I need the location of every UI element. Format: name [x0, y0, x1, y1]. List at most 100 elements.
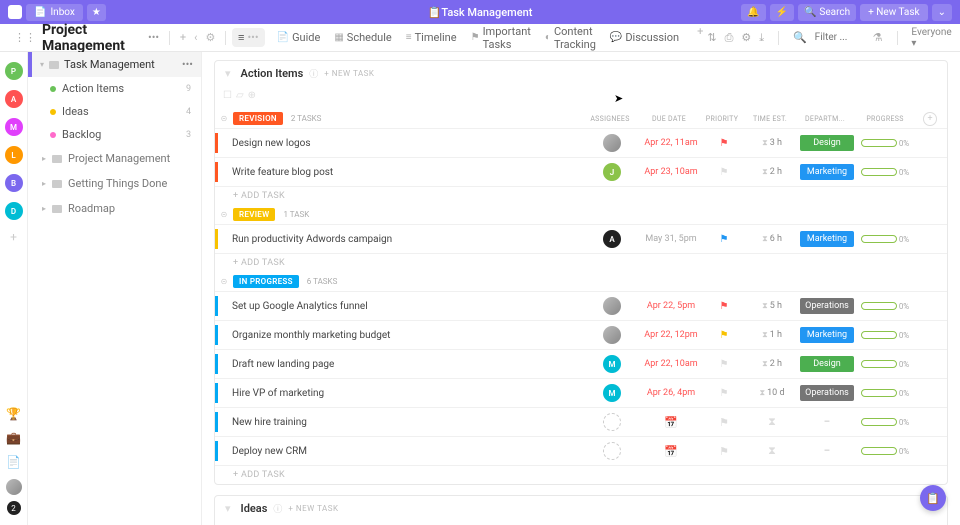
fab-button[interactable]: 📋 [920, 485, 946, 511]
assignee-avatar[interactable]: M [603, 355, 621, 373]
tab-content[interactable]: ◐Content Tracking [545, 25, 596, 51]
info-icon[interactable]: ⓘ [309, 67, 318, 80]
workspace-avatar[interactable]: P [5, 62, 23, 80]
time-estimate[interactable]: ⧗10 d [745, 388, 799, 398]
more-menu-icon[interactable]: ••• [144, 29, 163, 46]
time-empty-icon[interactable]: ⧗ [768, 415, 776, 429]
tab-schedule[interactable]: ▦Schedule [334, 25, 391, 51]
task-row[interactable]: Write feature blog postJApr 23, 10am⚑⧗2 … [215, 157, 947, 186]
due-date[interactable]: Apr 22, 10am [639, 359, 703, 369]
search-icon[interactable]: 🔍 [793, 31, 807, 44]
time-estimate[interactable]: ⧗ [745, 415, 799, 429]
priority-empty-icon[interactable]: ⚑ [719, 445, 729, 458]
task-row[interactable]: Set up Google Analytics funnelApr 22, 5p… [215, 291, 947, 320]
new-task-button[interactable]: + New Task [860, 4, 927, 21]
time-estimate[interactable]: ⧗5 h [745, 301, 799, 311]
department-badge[interactable]: Design [800, 356, 854, 372]
add-column-icon[interactable]: + [923, 112, 937, 126]
collapse-icon[interactable]: ⊝ [215, 277, 233, 286]
assignee-avatar[interactable]: M [603, 384, 621, 402]
task-row[interactable]: Deploy new CRM📅⚑⧗–0% [215, 436, 947, 465]
collapse-icon[interactable]: ▾ [225, 67, 231, 80]
search-button[interactable]: 🔍 Search [798, 4, 856, 21]
due-date[interactable]: Apr 22, 11am [639, 138, 703, 148]
status-pill[interactable]: IN PROGRESS [233, 275, 299, 288]
department-badge[interactable]: Operations [800, 298, 854, 314]
task-row[interactable]: Organize monthly marketing budgetApr 22,… [215, 320, 947, 349]
time-estimate[interactable]: ⧗2 h [745, 167, 799, 177]
icon[interactable]: ▱ [236, 90, 244, 101]
due-date[interactable]: 📅 [639, 416, 703, 429]
due-date[interactable]: Apr 22, 12pm [639, 330, 703, 340]
assign-empty-icon[interactable] [603, 442, 621, 460]
task-row[interactable]: Design new logosApr 22, 11am⚑⧗3 hDesign0… [215, 128, 947, 157]
priority-flag-icon[interactable]: ⚑ [720, 301, 729, 312]
tab-guide[interactable]: 📄Guide [277, 25, 321, 51]
task-row[interactable]: New hire training📅⚑⧗–0% [215, 407, 947, 436]
add-workspace-icon[interactable]: + [10, 230, 17, 244]
sidebar-sublist[interactable]: Action Items9 [28, 77, 201, 100]
time-estimate[interactable]: ⧗1 h [745, 330, 799, 340]
assign-empty-icon[interactable] [603, 413, 621, 431]
more-icon[interactable]: ••• [182, 58, 193, 71]
new-task-link[interactable]: + NEW TASK [288, 504, 338, 513]
filter-input[interactable] [815, 32, 865, 43]
priority-flag-icon[interactable]: ⚑ [720, 388, 729, 399]
task-row[interactable]: Draft new landing pageMApr 22, 10am⚑⧗2 h… [215, 349, 947, 378]
user-avatar-icon[interactable] [6, 479, 22, 495]
tool-icon[interactable]: ⚙ [741, 31, 751, 44]
tool-icon[interactable]: ⤓ [759, 31, 764, 45]
add-task-link[interactable]: + ADD TASK [215, 465, 947, 484]
collapse-icon[interactable]: ⊝ [215, 210, 233, 219]
tab-timeline[interactable]: ≡Timeline [406, 25, 457, 51]
sidebar-sublist[interactable]: Backlog3 [28, 123, 201, 146]
status-pill[interactable]: REVIEW [233, 208, 275, 221]
calendar-empty-icon[interactable]: 📅 [664, 416, 678, 429]
bolt-icon[interactable]: ⚡ [770, 4, 794, 21]
tab-discussion[interactable]: 💬Discussion [610, 25, 679, 51]
priority-flag-icon[interactable]: ⚑ [720, 138, 729, 149]
department-badge[interactable]: Operations [800, 385, 854, 401]
settings-icon[interactable]: ⚙ [201, 31, 219, 44]
priority-flag-icon[interactable]: ⚑ [720, 359, 729, 370]
time-empty-icon[interactable]: ⧗ [768, 444, 776, 458]
add-icon[interactable]: + [176, 31, 190, 44]
trophy-icon[interactable]: 🏆 [6, 407, 21, 421]
due-date[interactable]: Apr 23, 10am [639, 167, 703, 177]
icon[interactable]: ⊕ [248, 90, 256, 101]
task-row[interactable]: Hire VP of marketingMApr 26, 4pm⚑⧗10 dOp… [215, 378, 947, 407]
sidebar-sublist[interactable]: Ideas4 [28, 100, 201, 123]
priority-empty-icon[interactable]: ⚑ [719, 416, 729, 429]
due-date[interactable]: Apr 26, 4pm [639, 388, 703, 398]
info-icon[interactable]: ⓘ [273, 502, 282, 515]
department-empty[interactable]: – [824, 446, 831, 457]
department-empty[interactable]: – [824, 417, 831, 428]
due-date[interactable]: May 31, 5pm [639, 234, 703, 244]
assignee-avatar[interactable] [603, 297, 621, 315]
favorite-button[interactable]: ★ [87, 4, 106, 21]
add-task-link[interactable]: + ADD TASK [215, 186, 947, 205]
icon[interactable]: ☐ [223, 90, 232, 101]
tool-icon[interactable]: ⇅ [707, 31, 716, 44]
due-date[interactable]: 📅 [639, 445, 703, 458]
add-view-icon[interactable]: + [693, 25, 707, 51]
notifications-icon[interactable]: 🔔 [741, 4, 765, 21]
assignee-avatar[interactable] [603, 134, 621, 152]
workspace-avatar[interactable]: M [5, 118, 23, 136]
tool-icon[interactable]: ⎙ [725, 31, 734, 45]
assignee-avatar[interactable]: A [603, 230, 621, 248]
department-badge[interactable]: Design [800, 135, 854, 151]
back-icon[interactable]: ‹ [190, 31, 201, 44]
apps-icon[interactable]: ⋮⋮ [14, 31, 36, 44]
sidebar-folder[interactable]: ▸Getting Things Done [28, 171, 201, 196]
tab-important[interactable]: ⚑Important Tasks [471, 25, 531, 51]
collapse-icon[interactable]: ⊝ [215, 114, 233, 123]
document-icon[interactable]: 📄 [6, 455, 21, 469]
sidebar-folder[interactable]: ▸Project Management [28, 146, 201, 171]
time-estimate[interactable]: ⧗6 h [745, 234, 799, 244]
due-date[interactable]: Apr 22, 5pm [639, 301, 703, 311]
time-estimate[interactable]: ⧗2 h [745, 359, 799, 369]
view-switch[interactable]: ≡ ••• [232, 28, 265, 47]
workspace-avatar[interactable]: A [5, 90, 23, 108]
calendar-empty-icon[interactable]: 📅 [664, 445, 678, 458]
